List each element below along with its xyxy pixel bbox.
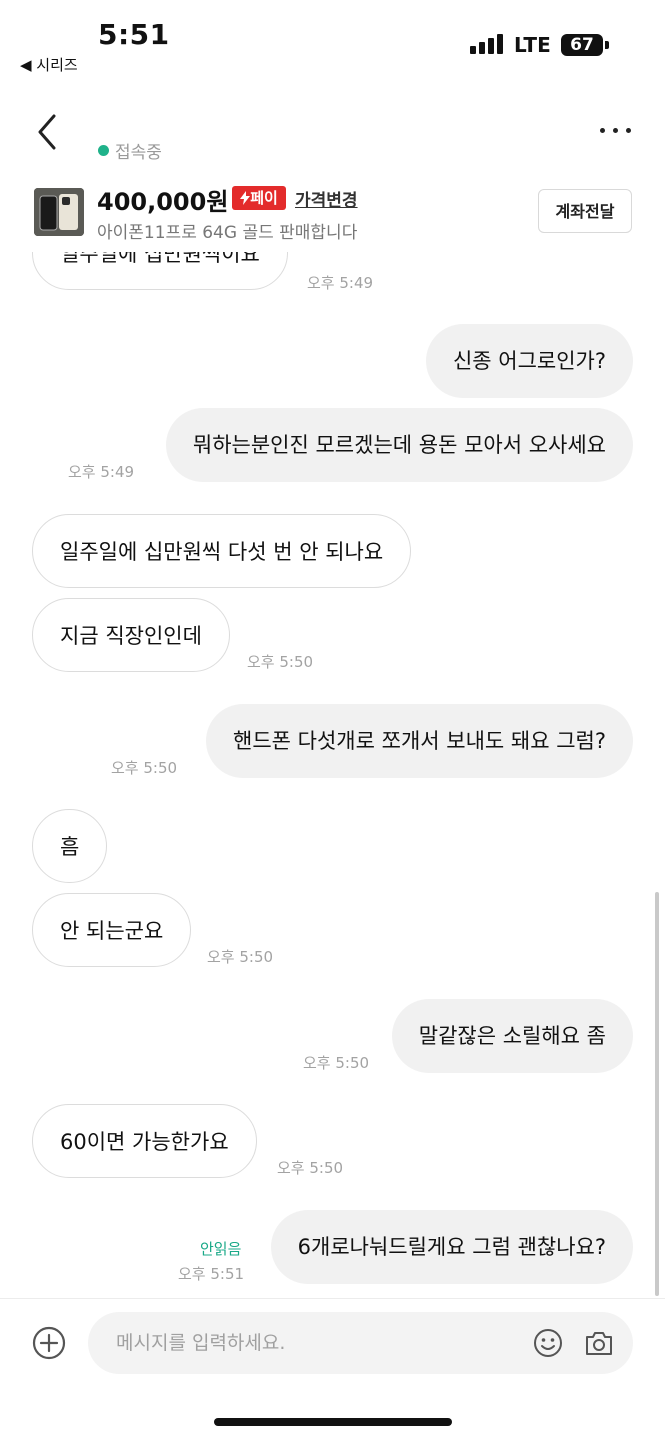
chat-area[interactable]: 일주일에 십만원씩이요 오후 5:49 신종 어그로인가? 뭐하는분인진 모르겠…: [0, 252, 665, 1298]
home-indicator[interactable]: [214, 1418, 452, 1426]
product-title: 아이폰11프로 64G 골드 판매합니다: [97, 223, 358, 243]
bolt-icon: [240, 191, 251, 205]
message-bubble-incoming[interactable]: 흠: [32, 809, 108, 883]
input-divider: [0, 1298, 665, 1299]
account-transfer-button[interactable]: 계좌전달: [538, 189, 632, 233]
emoji-button[interactable]: [533, 1328, 563, 1358]
message-time: 오후 5:49: [68, 463, 135, 481]
message-time: 오후 5:50: [247, 653, 314, 671]
status-time: 5:51: [98, 18, 170, 51]
price-change-link[interactable]: 가격변경: [295, 186, 358, 211]
unread-status: 안읽음: [200, 1240, 242, 1258]
network-type: LTE: [514, 33, 551, 57]
message-bubble-incoming[interactable]: 안 되는군요: [32, 893, 192, 967]
back-to-app-link[interactable]: ◀ 시리즈: [20, 54, 78, 75]
message-bubble-outgoing[interactable]: 뭐하는분인진 모르겠는데 용돈 모아서 오사세요: [165, 408, 633, 482]
phone-image-icon: [34, 188, 84, 236]
attach-button[interactable]: [32, 1326, 66, 1360]
battery-icon: 67: [561, 34, 603, 56]
pay-badge: 페이: [232, 186, 286, 210]
message-bubble-outgoing[interactable]: 6개로나눠드릴게요 그럼 괜찮나요?: [270, 1210, 633, 1284]
online-status-dot: [98, 145, 109, 156]
camera-button[interactable]: [584, 1328, 614, 1358]
chat-scrollbar[interactable]: [655, 892, 659, 1296]
online-status-text: 접속중: [115, 143, 162, 163]
cellular-signal-icon: [470, 34, 504, 54]
product-price: 400,000원: [97, 188, 229, 216]
message-bubble-incoming[interactable]: 60이면 가능한가요: [32, 1104, 257, 1178]
message-time: 오후 5:50: [207, 948, 274, 966]
plus-icon: [32, 1326, 66, 1360]
back-arrow-icon: [38, 114, 56, 150]
pay-badge-label: 페이: [250, 189, 278, 207]
message-time: 오후 5:51: [178, 1265, 245, 1283]
camera-icon: [586, 1332, 612, 1355]
battery-cap: [605, 41, 609, 49]
message-bubble-incoming[interactable]: 지금 직장인인데: [32, 598, 230, 672]
message-bubble-incoming[interactable]: 일주일에 십만원씩이요: [32, 252, 288, 290]
product-thumbnail[interactable]: [34, 188, 84, 236]
message-bubble-outgoing[interactable]: 핸드폰 다섯개로 쪼개서 보내도 돼요 그럼?: [206, 704, 633, 778]
message-time: 오후 5:50: [303, 1054, 370, 1072]
message-time: 오후 5:50: [111, 759, 178, 777]
message-time: 오후 5:49: [307, 274, 374, 292]
emoji-icon: [534, 1329, 562, 1357]
back-button[interactable]: [34, 112, 66, 152]
message-time: 오후 5:50: [277, 1159, 344, 1177]
message-bubble-outgoing[interactable]: 말같잖은 소릴해요 좀: [391, 999, 633, 1073]
more-icon[interactable]: [600, 128, 634, 136]
message-bubble-incoming[interactable]: 일주일에 십만원씩 다섯 번 안 되나요: [32, 514, 412, 588]
message-bubble-outgoing[interactable]: 신종 어그로인가?: [425, 324, 633, 398]
